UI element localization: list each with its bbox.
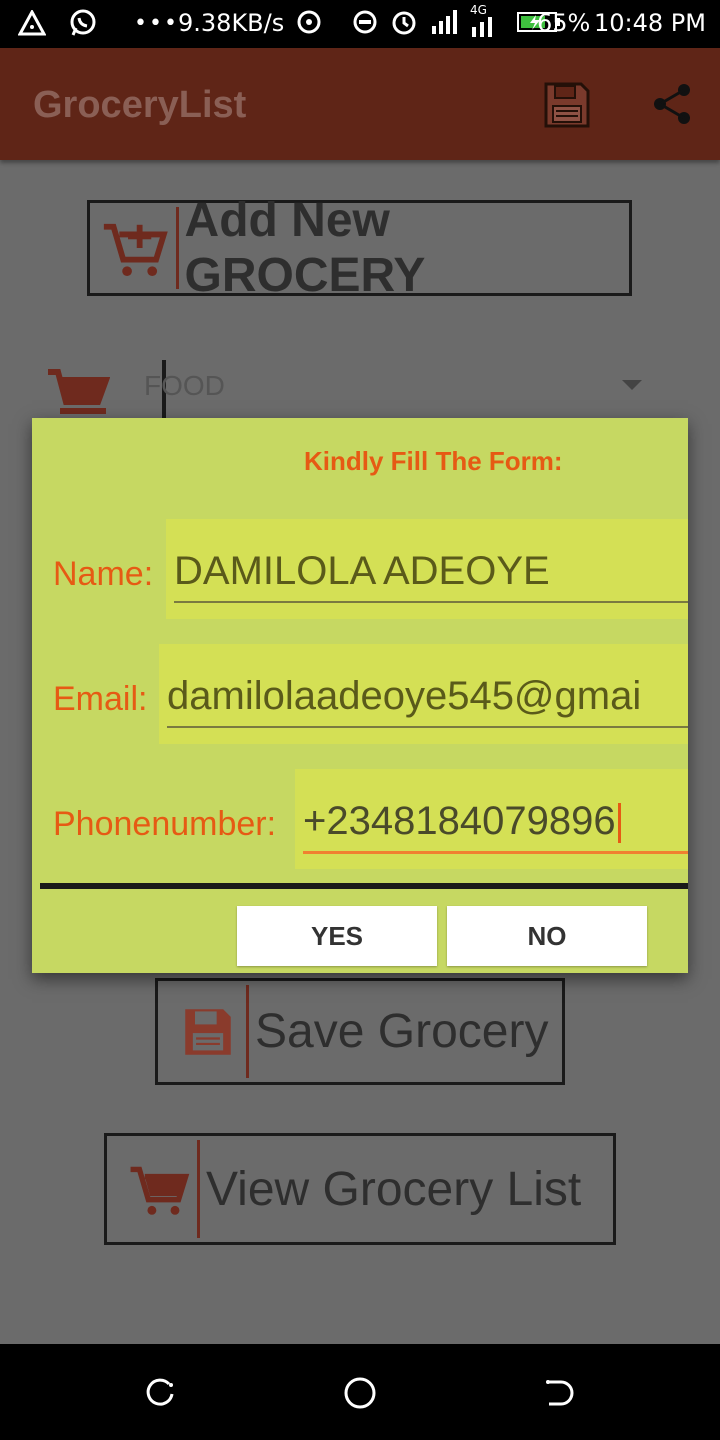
save-grocery-label: Save Grocery [255,1005,549,1058]
app-bar: GroceryList [0,48,720,160]
dialog-separator [40,883,688,889]
email-field[interactable]: damilolaadeoye545@gmai [159,644,688,744]
save-grocery-button[interactable]: Save Grocery [155,978,565,1085]
button-divider [246,985,249,1078]
network-speed: 9.38KB/s [178,9,285,37]
save-icon[interactable] [543,81,591,129]
dialog-heading: Kindly Fill The Form: [304,446,563,476]
app-title: GroceryList [33,84,247,126]
hotspot-icon [297,10,321,34]
recent-apps-icon[interactable] [143,1376,177,1410]
signal-4g-icon: 4G [470,3,494,37]
email-label: Email: [53,680,148,718]
email-underline [167,726,688,728]
home-icon[interactable] [343,1376,377,1410]
form-dialog: Kindly Fill The Form: Name: DAMILOLA ADE… [32,418,688,973]
category-spinner[interactable]: FOOD [44,360,664,420]
view-grocery-list-button[interactable]: View Grocery List [104,1133,616,1245]
do-not-disturb-icon [353,10,377,34]
phone-value: +2348184079896 [303,799,616,843]
clock: 10:48 PM [594,9,706,37]
button-divider [197,1140,200,1238]
alarm-icon [392,11,416,35]
button-divider [175,207,179,289]
cart-icon [48,369,110,414]
email-value: damilolaadeoye545@gmai [167,674,642,718]
no-button[interactable]: NO [447,906,647,966]
text-cursor [617,803,621,844]
status-bar: ••• 9.38KB/s 4G 65% 10:48 PM [0,0,720,48]
navigation-bar [0,1344,720,1440]
add-new-grocery-label: Add New GROCERY [184,194,426,302]
whatsapp-icon [70,9,96,36]
back-icon[interactable] [543,1376,577,1410]
floppy-icon [185,1008,231,1055]
more-dots-icon: ••• [134,10,179,36]
signal-icon [432,10,457,34]
battery-percent: 65% [537,9,591,37]
add-new-grocery-button[interactable]: Add New GROCERY [87,194,632,302]
cart-icon [130,1166,190,1215]
view-grocery-list-label: View Grocery List [206,1162,582,1216]
dropdown-arrow-icon[interactable] [622,380,642,390]
name-underline [174,601,688,603]
name-label: Name: [53,555,154,593]
share-icon[interactable] [652,82,692,126]
yes-button[interactable]: YES [237,906,437,966]
phone-field[interactable]: +2348184079896 [295,769,688,869]
category-value: FOOD [144,370,225,401]
cart-add-icon [103,223,168,277]
name-field[interactable]: DAMILOLA ADEOYE [166,519,688,619]
phone-label: Phonenumber: [53,805,277,843]
phone-underline [303,851,688,854]
name-value: DAMILOLA ADEOYE [174,549,550,593]
alert-triangle-icon [18,10,46,36]
